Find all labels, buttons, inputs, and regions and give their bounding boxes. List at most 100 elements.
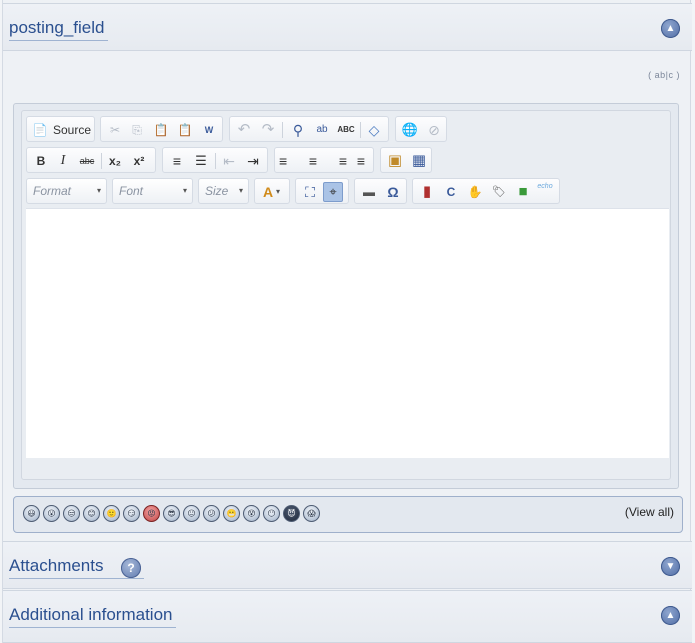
image-icon[interactable]: ▣ bbox=[385, 151, 405, 171]
format-label: Format bbox=[33, 184, 72, 198]
section-title: posting_field bbox=[9, 18, 109, 41]
additional-info-header[interactable]: Additional information ▲ bbox=[3, 590, 692, 643]
cut-icon[interactable]: ✂ bbox=[105, 120, 125, 140]
editor-content-area[interactable] bbox=[26, 208, 669, 458]
toolbar-group-basic: B I abc x₂ x² bbox=[26, 147, 156, 173]
smiley-icon[interactable]: 😊 bbox=[83, 505, 100, 522]
italic-icon[interactable]: I bbox=[53, 151, 73, 171]
subscript-icon[interactable]: x₂ bbox=[105, 151, 125, 171]
replace-icon[interactable]: ab bbox=[312, 120, 332, 140]
echo-code-icon[interactable]: echo bbox=[535, 182, 555, 202]
collapse-icon[interactable]: ▲ bbox=[661, 606, 680, 625]
toolbar-group-view: ⛶ ⌖ bbox=[295, 178, 349, 204]
source-icon[interactable]: 📄 bbox=[30, 120, 50, 140]
chevron-down-icon: ▾ bbox=[182, 186, 187, 195]
expand-icon[interactable]: ▼ bbox=[661, 557, 680, 576]
outdent-icon[interactable]: ⇤ bbox=[219, 151, 239, 171]
smiley-icon[interactable]: 😡 bbox=[143, 505, 160, 522]
chevron-down-icon: ▾ bbox=[238, 186, 243, 195]
unordered-list-icon[interactable]: ☰ bbox=[191, 151, 211, 171]
toolbar-group-color: A ▾ bbox=[254, 178, 290, 204]
smiley-icon[interactable]: 😐 bbox=[183, 505, 200, 522]
posting-field-header[interactable]: posting_field ▲ bbox=[3, 3, 692, 51]
align-center-icon[interactable]: ≡ bbox=[303, 151, 323, 171]
align-left-icon[interactable]: ≡ bbox=[279, 151, 299, 171]
toolbar-separator bbox=[101, 153, 102, 169]
green-box-icon[interactable]: ■ bbox=[513, 182, 533, 202]
superscript-icon[interactable]: x² bbox=[129, 151, 149, 171]
hand-icon[interactable]: ✋ bbox=[465, 182, 485, 202]
bold-icon[interactable]: B bbox=[31, 151, 51, 171]
show-blocks-icon[interactable]: ⌖ bbox=[323, 182, 343, 202]
font-dropdown[interactable]: Font ▾ bbox=[112, 178, 193, 204]
strikethrough-icon[interactable]: abc bbox=[77, 151, 97, 171]
size-label: Size bbox=[205, 184, 229, 198]
copy-icon[interactable]: ⎘ bbox=[127, 120, 147, 140]
toolbar-row-2: B I abc x₂ x² ≡ ☰ ⇤ ⇥ ≡ ≡ ≡ ≡ ▣ ▦ bbox=[26, 147, 666, 173]
smiley-icon[interactable]: 😮 bbox=[43, 505, 60, 522]
attachments-header[interactable]: Attachments ? ▼ bbox=[3, 541, 692, 589]
paste-text-icon[interactable]: 📋 bbox=[175, 120, 195, 140]
ordered-list-icon[interactable]: ≡ bbox=[167, 151, 187, 171]
toolbar-row-3: Format ▾ Font ▾ Size ▾ A ▾ ⛶ ⌖ ▬ Ω ▮ C ✋… bbox=[26, 178, 666, 204]
smiley-icon[interactable]: 😬 bbox=[223, 505, 240, 522]
smiley-icon[interactable]: 😵 bbox=[243, 505, 260, 522]
horizontal-rule-icon[interactable]: ▬ bbox=[359, 182, 379, 202]
undo-icon[interactable]: ↶ bbox=[234, 120, 254, 140]
help-icon[interactable]: ? bbox=[121, 558, 141, 578]
smiley-icon[interactable]: 😒 bbox=[63, 505, 80, 522]
chevron-down-icon[interactable]: ▾ bbox=[272, 182, 284, 202]
indent-icon[interactable]: ⇥ bbox=[243, 151, 263, 171]
toolbar-group-link: 🌐 ⊘ bbox=[395, 116, 447, 142]
toolbar-group-clipboard: ✂ ⎘ 📋 📋 W bbox=[100, 116, 223, 142]
smiley-icon[interactable]: 😱 bbox=[303, 505, 320, 522]
toolbar-separator bbox=[282, 122, 283, 138]
format-dropdown[interactable]: Format ▾ bbox=[26, 178, 107, 204]
table-icon[interactable]: ▦ bbox=[409, 151, 429, 171]
toolbar-group-edit: ↶ ↷ ⚲ ab ABC ◇ bbox=[229, 116, 389, 142]
toolbar-group-insert: ▣ ▦ bbox=[380, 147, 432, 173]
toolbar-group-special: ▬ Ω bbox=[354, 178, 407, 204]
smiley-icon[interactable]: 🙂 bbox=[103, 505, 120, 522]
toolbar-group-plugins: ▮ C ✋ 🏷 ■ echo bbox=[412, 178, 560, 204]
unlink-icon[interactable]: ⊘ bbox=[424, 120, 444, 140]
tag-icon[interactable]: 🏷 bbox=[489, 182, 509, 202]
posting-form: posting_field ▲ ( ab|c ) 📄 Source ✂ ⎘ 📋 … bbox=[2, 0, 692, 643]
spellcheck-icon[interactable]: ABC bbox=[336, 120, 356, 140]
toolbar-separator bbox=[360, 122, 361, 138]
rich-text-editor: 📄 Source ✂ ⎘ 📋 📋 W ↶ ↷ ⚲ ab ABC ◇ 🌐 ⊘ B … bbox=[13, 103, 679, 489]
special-char-icon[interactable]: Ω bbox=[383, 182, 403, 202]
maximize-icon[interactable]: ⛶ bbox=[300, 182, 320, 202]
paste-word-icon[interactable]: W bbox=[199, 120, 219, 140]
size-dropdown[interactable]: Size ▾ bbox=[198, 178, 249, 204]
source-button[interactable]: Source bbox=[53, 123, 91, 137]
align-right-icon[interactable]: ≡ bbox=[327, 151, 347, 171]
collapse-icon[interactable]: ▲ bbox=[661, 19, 680, 38]
flash-icon[interactable]: ▮ bbox=[417, 182, 437, 202]
paste-icon[interactable]: 📋 bbox=[151, 120, 171, 140]
find-icon[interactable]: ⚲ bbox=[288, 120, 308, 140]
c-icon[interactable]: C bbox=[441, 182, 461, 202]
justify-icon[interactable]: ≡ bbox=[351, 151, 371, 171]
smiley-icon[interactable]: 😕 bbox=[203, 505, 220, 522]
link-icon[interactable]: 🌐 bbox=[400, 120, 420, 140]
smiley-icon[interactable]: 😎 bbox=[163, 505, 180, 522]
toolbar-separator bbox=[215, 153, 216, 169]
redo-icon[interactable]: ↷ bbox=[258, 120, 278, 140]
eraser-icon[interactable]: ◇ bbox=[364, 120, 384, 140]
smiley-icon[interactable]: 😶 bbox=[263, 505, 280, 522]
view-all-link[interactable]: (View all) bbox=[625, 505, 674, 519]
toolbar-group-align: ≡ ≡ ≡ ≡ bbox=[274, 147, 374, 173]
spellcheck-hint[interactable]: ( ab|c ) bbox=[648, 70, 680, 80]
toolbar-group-lists: ≡ ☰ ⇤ ⇥ bbox=[162, 147, 268, 173]
smilies-panel: 😃 😮 😒 😊 🙂 😏 😡 😎 😐 😕 😬 😵 😶 😈 😱 (View all) bbox=[13, 496, 683, 533]
smiley-icon[interactable]: 😏 bbox=[123, 505, 140, 522]
smiley-icon[interactable]: 😈 bbox=[283, 505, 300, 522]
smiley-icon[interactable]: 😃 bbox=[23, 505, 40, 522]
section-title: Additional information bbox=[9, 605, 177, 628]
editor-frame: 📄 Source ✂ ⎘ 📋 📋 W ↶ ↷ ⚲ ab ABC ◇ 🌐 ⊘ B … bbox=[21, 110, 671, 480]
toolbar-row-1: 📄 Source ✂ ⎘ 📋 📋 W ↶ ↷ ⚲ ab ABC ◇ 🌐 ⊘ bbox=[26, 116, 666, 142]
chevron-down-icon: ▾ bbox=[96, 186, 101, 195]
toolbar-group-source: 📄 Source bbox=[26, 116, 95, 142]
font-label: Font bbox=[119, 184, 144, 198]
